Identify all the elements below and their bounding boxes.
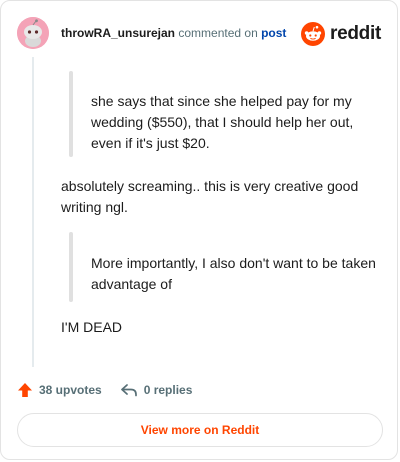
reply-count[interactable]: 0 replies [120, 382, 193, 398]
reddit-wordmark: reddit [330, 23, 381, 44]
upvote-arrow-icon [18, 383, 32, 397]
reply-label: 0 replies [143, 383, 193, 397]
username-link[interactable]: throwRA_unsurejan [61, 26, 175, 40]
snoo-avatar-icon [17, 17, 49, 49]
view-more-button[interactable]: View more on Reddit [17, 413, 383, 447]
quote-bar [69, 71, 73, 157]
comment-paragraph-1: absolutely screaming.. this is very crea… [61, 178, 359, 215]
reddit-logo[interactable]: reddit [301, 21, 381, 47]
quote-text-2: More importantly, I also don't want to b… [91, 255, 376, 292]
action-text: commented on [178, 26, 258, 40]
comment-meta: throwRA_unsurejan commented on post [61, 26, 286, 40]
avatar[interactable] [17, 17, 49, 49]
thread-line [32, 57, 34, 367]
reply-icon [120, 384, 137, 397]
comment-embed-card: throwRA_unsurejan commented on post redd… [0, 0, 398, 460]
comment-paragraph-2: I'M DEAD [61, 319, 123, 335]
reddit-snoo-icon [301, 22, 326, 46]
upvote-label: 38 upvotes [39, 383, 102, 397]
comment-footer: 38 upvotes 0 replies [17, 379, 210, 401]
comment-header: throwRA_unsurejan commented on post redd… [17, 17, 381, 51]
quote-text-1: she says that since she helped pay for m… [91, 93, 354, 151]
upvote-count[interactable]: 38 upvotes [17, 382, 102, 398]
quote-bar [69, 232, 73, 302]
post-link[interactable]: post [261, 26, 286, 40]
